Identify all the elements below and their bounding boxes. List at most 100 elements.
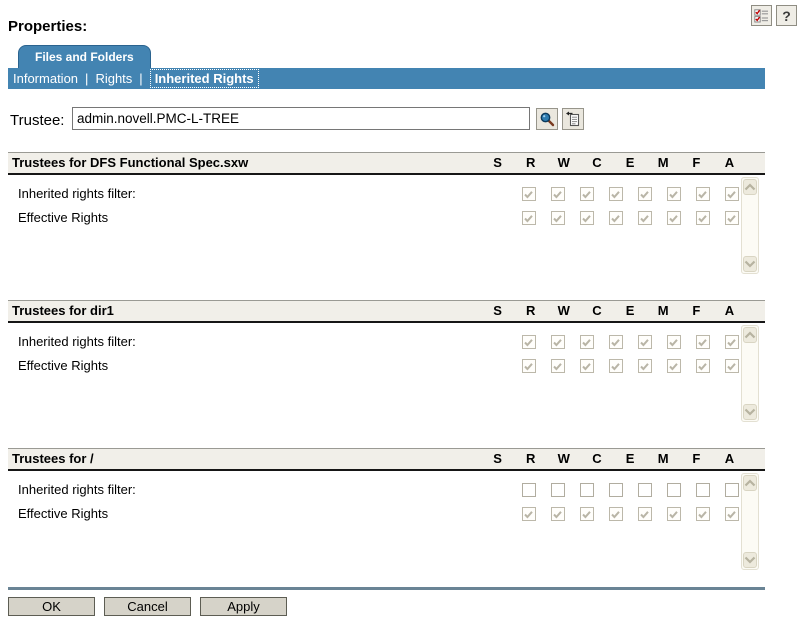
rights-row-label: Inherited rights filter: [18, 330, 136, 354]
history-icon [565, 111, 581, 127]
check-mark-icon [726, 361, 737, 372]
checkbox-e [638, 359, 652, 373]
rights-row-label: Inherited rights filter: [18, 182, 136, 206]
scroll-down-button[interactable] [743, 404, 757, 420]
check-cell [572, 182, 601, 206]
scroll-up-button[interactable] [743, 179, 757, 195]
check-cell [601, 206, 630, 230]
section-title: Trustees for DFS Functional Spec.sxw [12, 153, 248, 173]
rights-column-a: A [713, 301, 746, 321]
checkbox-w [580, 211, 594, 225]
checkbox-e [638, 507, 652, 521]
rights-row: Inherited rights filter: [8, 478, 765, 502]
link-inherited-rights[interactable]: Inherited Rights [150, 69, 259, 88]
rights-row: Inherited rights filter: [8, 182, 765, 206]
check-cell [543, 330, 572, 354]
check-cell [514, 502, 543, 526]
check-cell [543, 206, 572, 230]
check-mark-icon [639, 509, 650, 520]
section-title: Trustees for / [12, 449, 94, 469]
tab-files-and-folders[interactable]: Files and Folders [18, 45, 151, 69]
check-mark-icon [726, 509, 737, 520]
checkbox-e [638, 187, 652, 201]
scroll-down-button[interactable] [743, 552, 757, 568]
ok-button[interactable]: OK [8, 597, 95, 616]
checkbox-c[interactable] [609, 483, 623, 497]
modified-pages-button[interactable] [751, 5, 772, 26]
checkbox-m [667, 187, 681, 201]
check-cell [659, 206, 688, 230]
checkbox-w[interactable] [580, 483, 594, 497]
check-mark-icon [581, 213, 592, 224]
check-mark-icon [552, 361, 563, 372]
rights-check-strip [514, 354, 746, 378]
rights-check-strip [514, 182, 746, 206]
check-mark-icon [523, 213, 534, 224]
scroll-up-button[interactable] [743, 327, 757, 343]
check-mark-icon [552, 189, 563, 200]
check-cell [630, 502, 659, 526]
check-mark-icon [726, 337, 737, 348]
chevron-up-icon [744, 479, 756, 487]
scroll-up-button[interactable] [743, 475, 757, 491]
check-mark-icon [523, 337, 534, 348]
link-information[interactable]: Information [13, 71, 78, 86]
section-scrollbar[interactable] [741, 473, 759, 570]
rights-column-r: R [514, 153, 547, 173]
check-cell [514, 354, 543, 378]
checkbox-m[interactable] [667, 483, 681, 497]
check-cell [601, 478, 630, 502]
link-rights[interactable]: Rights [95, 71, 132, 86]
checkbox-c [609, 187, 623, 201]
rights-row-label: Effective Rights [18, 354, 108, 378]
footer-divider [8, 587, 765, 590]
checkbox-f [696, 359, 710, 373]
help-button[interactable]: ? [776, 5, 797, 26]
rights-column-m: M [647, 449, 680, 469]
checkbox-f [696, 211, 710, 225]
trustee-input[interactable] [72, 107, 530, 130]
section-scrollbar[interactable] [741, 177, 759, 274]
rights-column-e: E [614, 153, 647, 173]
checkbox-s[interactable] [522, 483, 536, 497]
rights-column-c: C [580, 301, 613, 321]
checkbox-e[interactable] [638, 483, 652, 497]
check-cell [659, 330, 688, 354]
sections-container: Trustees for DFS Functional Spec.sxw SRW… [8, 152, 765, 596]
check-mark-icon [697, 361, 708, 372]
cancel-button[interactable]: Cancel [104, 597, 191, 616]
section-body: Inherited rights filter:Effective Rights [8, 175, 765, 276]
chevron-down-icon [744, 556, 756, 564]
checkbox-a [725, 211, 739, 225]
object-history-button[interactable] [562, 108, 584, 130]
apply-button[interactable]: Apply [200, 597, 287, 616]
checkbox-r[interactable] [551, 483, 565, 497]
section-header: Trustees for dir1 SRWCEMFA [8, 300, 765, 323]
check-mark-icon [581, 361, 592, 372]
check-cell [601, 182, 630, 206]
scroll-down-button[interactable] [743, 256, 757, 272]
check-mark-icon [668, 213, 679, 224]
checkbox-f [696, 507, 710, 521]
checkbox-m [667, 507, 681, 521]
check-cell [688, 478, 717, 502]
rights-column-r: R [514, 301, 547, 321]
checkbox-c [609, 335, 623, 349]
rights-check-strip [514, 502, 746, 526]
trustee-label: Trustee: [10, 112, 64, 129]
checkbox-s [522, 507, 536, 521]
check-mark-icon [639, 213, 650, 224]
section-scrollbar[interactable] [741, 325, 759, 422]
check-mark-icon [552, 509, 563, 520]
chevron-up-icon [744, 183, 756, 191]
checkbox-a[interactable] [725, 483, 739, 497]
object-selector-button[interactable] [536, 108, 558, 130]
checkbox-f[interactable] [696, 483, 710, 497]
rights-column-f: F [680, 449, 713, 469]
rights-columns-header: SRWCEMFA [481, 301, 746, 321]
rights-row: Effective Rights [8, 354, 765, 378]
rights-column-w: W [547, 449, 580, 469]
check-cell [688, 330, 717, 354]
checkbox-a [725, 359, 739, 373]
rights-check-strip [514, 206, 746, 230]
